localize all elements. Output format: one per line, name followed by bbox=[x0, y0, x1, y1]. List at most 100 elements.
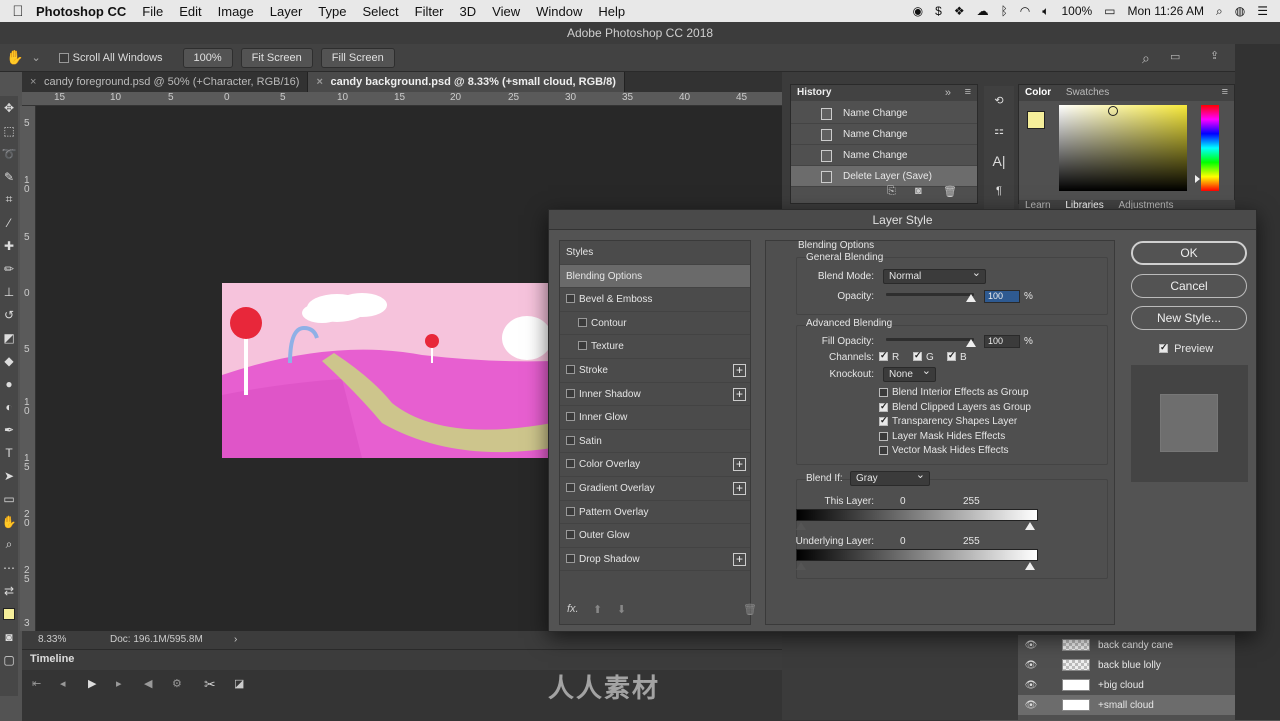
panel-menu-icon[interactable]: ≡ bbox=[965, 86, 971, 98]
fill-opacity-input[interactable]: 100 bbox=[984, 335, 1020, 348]
transition-icon[interactable]: ◪ bbox=[234, 677, 244, 690]
marquee-tool-icon[interactable]: ⬚ bbox=[0, 119, 18, 142]
zoom-tool-icon[interactable]: ⌕ bbox=[0, 533, 18, 556]
trash-icon[interactable]: 🗑︎ bbox=[743, 603, 757, 616]
hue-marker-icon[interactable] bbox=[1195, 175, 1200, 183]
dollar-icon[interactable]: $ bbox=[935, 4, 942, 18]
style-checkbox[interactable] bbox=[578, 341, 587, 351]
style-checkbox[interactable] bbox=[578, 317, 587, 327]
cancel-button[interactable]: Cancel bbox=[1131, 274, 1247, 298]
blend-if-select[interactable]: Gray bbox=[850, 469, 930, 486]
character-dock-icon[interactable]: A| bbox=[984, 146, 1014, 176]
menu-filter[interactable]: Filter bbox=[415, 4, 444, 19]
layer-row[interactable]: 👁︎ +small cloud bbox=[1018, 695, 1235, 715]
spotlight-icon[interactable]: ⌕ bbox=[1216, 4, 1223, 19]
fit-screen-button[interactable]: Fit Screen bbox=[240, 47, 313, 68]
menu-type[interactable]: Type bbox=[318, 4, 346, 19]
layer-row[interactable]: 👁︎ back blue lolly bbox=[1018, 655, 1235, 675]
workspace-icon[interactable]: ▭ bbox=[1170, 50, 1180, 63]
style-bevel-emboss[interactable]: Bevel & Emboss bbox=[560, 288, 750, 312]
clock[interactable]: Mon 11:26 AM bbox=[1128, 4, 1205, 18]
swap-colors-icon[interactable]: ⇄ bbox=[0, 579, 18, 602]
visibility-eye-icon[interactable]: 👁︎ bbox=[1018, 700, 1044, 711]
style-checkbox[interactable] bbox=[566, 553, 575, 563]
channel-g-checkbox[interactable] bbox=[913, 350, 922, 361]
paint-bucket-icon[interactable]: ◆ bbox=[0, 349, 18, 372]
menu-3d[interactable]: 3D bbox=[460, 4, 477, 19]
screen-mode-icon[interactable]: ▢ bbox=[0, 648, 18, 671]
tab-candy-background[interactable]: × candy background.psd @ 8.33% (+small cl… bbox=[308, 72, 625, 92]
add-icon[interactable]: + bbox=[733, 363, 746, 377]
opacity-slider[interactable] bbox=[886, 293, 974, 296]
next-frame-icon[interactable]: ▸ bbox=[116, 677, 122, 690]
add-icon[interactable]: + bbox=[733, 458, 746, 472]
new-document-icon[interactable]: ⎘ bbox=[887, 185, 896, 198]
style-checkbox[interactable] bbox=[566, 506, 575, 516]
stamp-tool-icon[interactable]: ⊥ bbox=[0, 280, 18, 303]
share-icon[interactable]: ⇪ bbox=[1210, 49, 1219, 62]
crop-tool-icon[interactable]: ⌗ bbox=[0, 188, 18, 211]
move-tool-icon[interactable]: ✥ bbox=[0, 96, 18, 119]
tab-candy-foreground[interactable]: × candy foreground.psd @ 50% (+Character,… bbox=[22, 72, 309, 92]
menu-file[interactable]: File bbox=[142, 4, 163, 19]
style-outer-glow[interactable]: Outer Glow bbox=[560, 524, 750, 548]
bluetooth-icon[interactable]: ᛒ bbox=[1001, 4, 1008, 18]
document-canvas[interactable] bbox=[222, 283, 552, 458]
channel-b-checkbox[interactable] bbox=[947, 350, 956, 361]
quick-select-icon[interactable]: ✎ bbox=[0, 165, 18, 188]
more-tools-icon[interactable]: ⋯ bbox=[0, 556, 18, 579]
visibility-eye-icon[interactable]: 👁︎ bbox=[1018, 680, 1044, 691]
properties-dock-icon[interactable]: ⚏ bbox=[984, 116, 1014, 146]
style-checkbox[interactable] bbox=[566, 435, 575, 445]
this-layer-gradient[interactable] bbox=[796, 509, 1038, 521]
panel-menu-icon[interactable]: ≡ bbox=[1222, 86, 1228, 98]
style-checkbox[interactable] bbox=[566, 388, 575, 398]
underlying-white-thumb[interactable] bbox=[1025, 562, 1035, 570]
menu-help[interactable]: Help bbox=[598, 4, 625, 19]
this-layer-black-thumb[interactable] bbox=[796, 522, 806, 530]
dodge-tool-icon[interactable]: ◐ bbox=[0, 395, 18, 418]
channel-r-checkbox[interactable] bbox=[879, 350, 888, 361]
style-checkbox[interactable] bbox=[566, 364, 575, 374]
style-drop-shadow[interactable]: Drop Shadow + bbox=[560, 548, 750, 572]
scissors-icon[interactable]: ✂ bbox=[204, 676, 216, 693]
style-satin[interactable]: Satin bbox=[560, 430, 750, 454]
play-icon[interactable]: ▶ bbox=[88, 677, 96, 690]
first-frame-icon[interactable]: ⇤ bbox=[32, 677, 41, 690]
transparency-shapes-checkbox[interactable] bbox=[879, 415, 888, 426]
foreground-color-swatch[interactable] bbox=[0, 602, 18, 625]
underlying-gradient[interactable] bbox=[796, 549, 1038, 561]
style-inner-glow[interactable]: Inner Glow bbox=[560, 406, 750, 430]
history-item[interactable]: Name Change bbox=[791, 124, 977, 145]
style-blending-options[interactable]: Blending Options bbox=[560, 264, 750, 289]
layer-row[interactable]: 👁︎ back candy cane bbox=[1018, 635, 1235, 655]
zoom-100-button[interactable]: 100% bbox=[182, 47, 233, 68]
fx-icon[interactable]: fx. bbox=[567, 603, 579, 615]
chevron-down-icon[interactable]: ⌄ bbox=[31, 51, 40, 64]
menu-select[interactable]: Select bbox=[362, 4, 398, 19]
style-checkbox[interactable] bbox=[566, 482, 575, 492]
creative-cloud-icon[interactable]: ☁ bbox=[977, 4, 989, 18]
visibility-eye-icon[interactable]: 👁︎ bbox=[1018, 640, 1044, 651]
style-inner-shadow[interactable]: Inner Shadow + bbox=[560, 383, 750, 407]
menu-view[interactable]: View bbox=[492, 4, 520, 19]
audio-icon[interactable]: ◀ bbox=[144, 677, 152, 690]
fill-screen-button[interactable]: Fill Screen bbox=[320, 47, 395, 68]
chevron-right-icon[interactable]: › bbox=[234, 631, 237, 649]
style-checkbox[interactable] bbox=[566, 530, 575, 540]
dropbox-icon[interactable]: ❖ bbox=[954, 4, 965, 18]
zoom-level[interactable]: 8.33% bbox=[38, 631, 66, 649]
prev-frame-icon[interactable]: ◂ bbox=[60, 677, 66, 690]
collapse-icon[interactable]: » bbox=[945, 87, 951, 99]
preview-checkbox[interactable] bbox=[1159, 342, 1168, 353]
add-icon[interactable]: + bbox=[733, 481, 746, 495]
style-stroke[interactable]: Stroke + bbox=[560, 359, 750, 383]
notification-icon[interactable]: ☰ bbox=[1257, 4, 1268, 18]
blend-mode-select[interactable]: Normal bbox=[883, 267, 986, 284]
hue-slider[interactable] bbox=[1201, 105, 1219, 191]
style-texture[interactable]: Texture bbox=[560, 335, 750, 359]
style-checkbox[interactable] bbox=[566, 412, 575, 422]
blend-clipped-checkbox[interactable] bbox=[879, 401, 888, 412]
hand-tool-icon[interactable]: ✋ bbox=[6, 49, 23, 66]
history-item[interactable]: Name Change bbox=[791, 145, 977, 166]
